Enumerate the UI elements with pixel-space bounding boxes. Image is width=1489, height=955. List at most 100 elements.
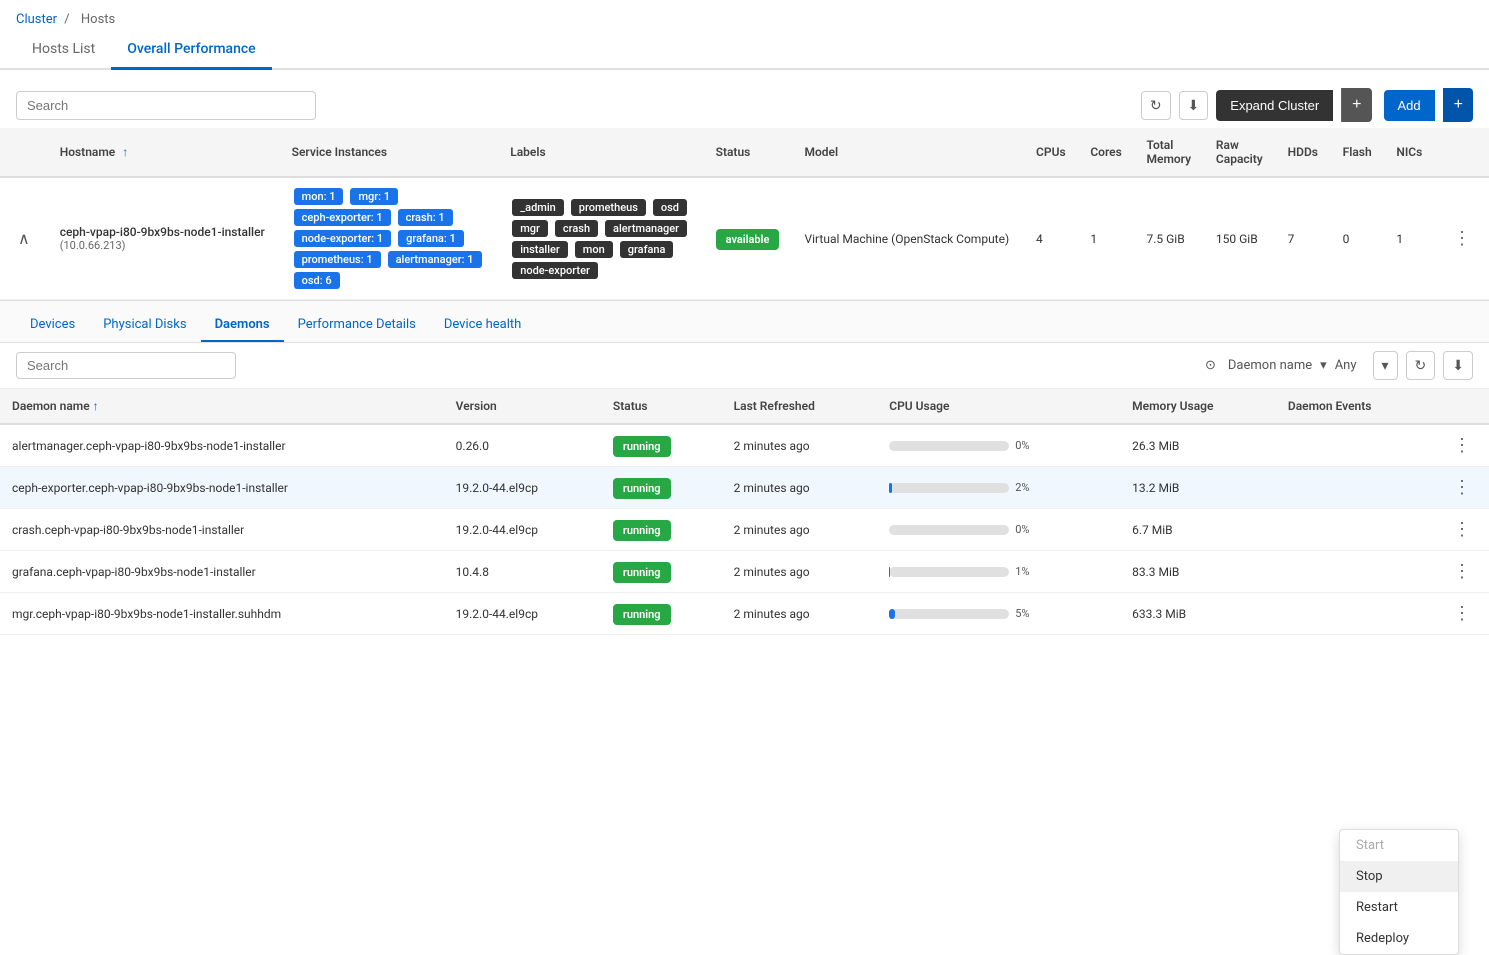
daemon-actions-button-0[interactable]: ⋮ <box>1447 433 1477 458</box>
labels-cell: _admin prometheus osd mgr crash alertman… <box>498 177 703 300</box>
daemon-row-2: crash.ceph-vpap-i80-9bx9bs-node1-install… <box>0 509 1489 551</box>
label-tag[interactable]: crash <box>555 220 598 237</box>
cpu-progress-3: 1% <box>889 565 1108 578</box>
cpu-bar-container-3 <box>889 567 1009 577</box>
daemon-status-2: running <box>601 509 722 551</box>
tab-hosts-list[interactable]: Hosts List <box>16 31 111 70</box>
daemon-version-1: 19.2.0-44.el9cp <box>444 467 601 509</box>
cpu-bar-container-2 <box>889 525 1009 535</box>
download-button[interactable]: ⬇ <box>1179 91 1209 120</box>
label-tag[interactable]: grafana <box>620 241 674 258</box>
daemon-actions-button-4[interactable]: ⋮ <box>1447 601 1477 626</box>
th-hdds: HDDs <box>1276 128 1331 177</box>
daemon-actions-cell-4: ⋮ <box>1435 593 1489 635</box>
daemon-row-0: alertmanager.ceph-vpap-i80-9bx9bs-node1-… <box>0 424 1489 467</box>
label-tag[interactable]: osd <box>653 199 687 216</box>
expand-cluster-button[interactable]: Expand Cluster <box>1216 90 1333 121</box>
daemon-name-2: crash.ceph-vpap-i80-9bx9bs-node1-install… <box>0 509 444 551</box>
service-tag[interactable]: mon: 1 <box>294 188 344 205</box>
label-tag[interactable]: installer <box>512 241 568 258</box>
th-nics: NICs <box>1384 128 1435 177</box>
sub-tab-daemons[interactable]: Daemons <box>201 309 284 342</box>
row-actions-button[interactable]: ⋮ <box>1447 226 1477 251</box>
daemon-actions-button-2[interactable]: ⋮ <box>1447 517 1477 542</box>
add-plus-button[interactable]: + <box>1443 88 1473 122</box>
tab-overall-performance[interactable]: Overall Performance <box>111 31 271 70</box>
hostname-ip: (10.0.66.213) <box>60 239 268 252</box>
th-cpus: CPUs <box>1024 128 1078 177</box>
sub-tab-physical-disks[interactable]: Physical Disks <box>89 309 200 342</box>
dth-memory-usage: Memory Usage <box>1120 389 1276 424</box>
cpu-bar-container-0 <box>889 441 1009 451</box>
daemon-name-filter-label: Daemon name <box>1228 358 1312 373</box>
daemon-refreshed-4: 2 minutes ago <box>722 593 878 635</box>
refresh-button[interactable]: ↻ <box>1141 91 1171 120</box>
th-hostname[interactable]: Hostname ↑ <box>48 128 280 177</box>
daemon-actions-cell-3: ⋮ <box>1435 551 1489 593</box>
service-tag[interactable]: osd: 6 <box>294 272 340 289</box>
daemon-cpu-1: 2% <box>877 467 1120 509</box>
daemon-status-badge-1: running <box>613 478 671 499</box>
breadcrumb-separator: / <box>64 12 69 27</box>
daemon-name-3: grafana.ceph-vpap-i80-9bx9bs-node1-insta… <box>0 551 444 593</box>
label-tag[interactable]: alertmanager <box>605 220 687 237</box>
th-status: Status <box>704 128 793 177</box>
sub-tab-devices[interactable]: Devices <box>16 309 89 342</box>
cpu-bar-container-1 <box>889 483 1009 493</box>
daemon-events-3 <box>1276 551 1435 593</box>
daemon-name-1: ceph-exporter.ceph-vpap-i80-9bx9bs-node1… <box>0 467 444 509</box>
cpu-bar-container-4 <box>889 609 1009 619</box>
service-tag[interactable]: crash: 1 <box>398 209 453 226</box>
breadcrumb: Cluster / Hosts <box>0 0 1489 31</box>
service-tag[interactable]: ceph-exporter: 1 <box>294 209 391 226</box>
daemon-version-2: 19.2.0-44.el9cp <box>444 509 601 551</box>
cpu-label-2: 0% <box>1015 523 1029 536</box>
sub-tab-performance-details[interactable]: Performance Details <box>284 309 430 342</box>
daemon-toolbar: ⊙ Daemon name ▾ Any ▾ ↻ ⬇ <box>0 343 1489 389</box>
label-tag[interactable]: mgr <box>512 220 548 237</box>
row-expand-button[interactable]: ∧ <box>12 227 36 251</box>
filter-icon: ⊙ <box>1205 358 1216 373</box>
context-menu-stop[interactable]: Stop <box>1340 861 1458 892</box>
label-tag[interactable]: node-exporter <box>512 262 598 279</box>
label-tag[interactable]: mon <box>575 241 613 258</box>
daemon-table-wrapper: Daemon name ↑ Version Status Last Refres… <box>0 389 1489 635</box>
sub-tab-device-health[interactable]: Device health <box>430 309 535 342</box>
label-tag[interactable]: _admin <box>512 199 564 216</box>
dth-daemon-name[interactable]: Daemon name ↑ <box>0 389 444 424</box>
th-labels: Labels <box>498 128 703 177</box>
context-menu-start: Start <box>1340 830 1458 861</box>
daemon-events-0 <box>1276 424 1435 467</box>
context-menu-restart[interactable]: Restart <box>1340 892 1458 923</box>
label-tag[interactable]: prometheus <box>571 199 646 216</box>
th-model: Model <box>792 128 1024 177</box>
daemon-row-1: ceph-exporter.ceph-vpap-i80-9bx9bs-node1… <box>0 467 1489 509</box>
daemon-actions-button-3[interactable]: ⋮ <box>1447 559 1477 584</box>
daemon-filter-value: Any <box>1335 358 1357 373</box>
daemon-download-button[interactable]: ⬇ <box>1443 351 1473 380</box>
breadcrumb-cluster[interactable]: Cluster <box>16 12 57 27</box>
daemon-search-input[interactable] <box>16 352 236 379</box>
service-tag[interactable]: mgr: 1 <box>350 188 398 205</box>
service-tag[interactable]: prometheus: 1 <box>294 251 381 268</box>
daemon-cpu-3: 1% <box>877 551 1120 593</box>
daemon-refresh-button[interactable]: ↻ <box>1406 351 1436 380</box>
daemon-dropdown-button[interactable]: ▾ <box>1373 351 1398 380</box>
daemon-actions-button-1[interactable]: ⋮ <box>1447 475 1477 500</box>
daemon-version-0: 0.26.0 <box>444 424 601 467</box>
daemon-memory-1: 13.2 MiB <box>1120 467 1276 509</box>
service-tag[interactable]: node-exporter: 1 <box>294 230 392 247</box>
context-menu-redeploy[interactable]: Redeploy <box>1340 923 1458 954</box>
expand-cluster-plus-button[interactable]: + <box>1341 88 1371 122</box>
hosts-toolbar: ↻ ⬇ Expand Cluster + Add + <box>0 82 1489 128</box>
daemon-status-3: running <box>601 551 722 593</box>
add-button[interactable]: Add <box>1384 90 1435 121</box>
status-cell: available <box>704 177 793 300</box>
status-badge: available <box>716 229 780 250</box>
hostname-sort-icon: ↑ <box>122 145 128 159</box>
service-tag[interactable]: grafana: 1 <box>398 230 464 247</box>
service-tag[interactable]: alertmanager: 1 <box>388 251 482 268</box>
daemon-actions-cell-0: ⋮ <box>1435 424 1489 467</box>
hosts-search-input[interactable] <box>16 91 316 120</box>
hostname-cell: ceph-vpap-i80-9bx9bs-node1-installer (10… <box>48 177 280 300</box>
